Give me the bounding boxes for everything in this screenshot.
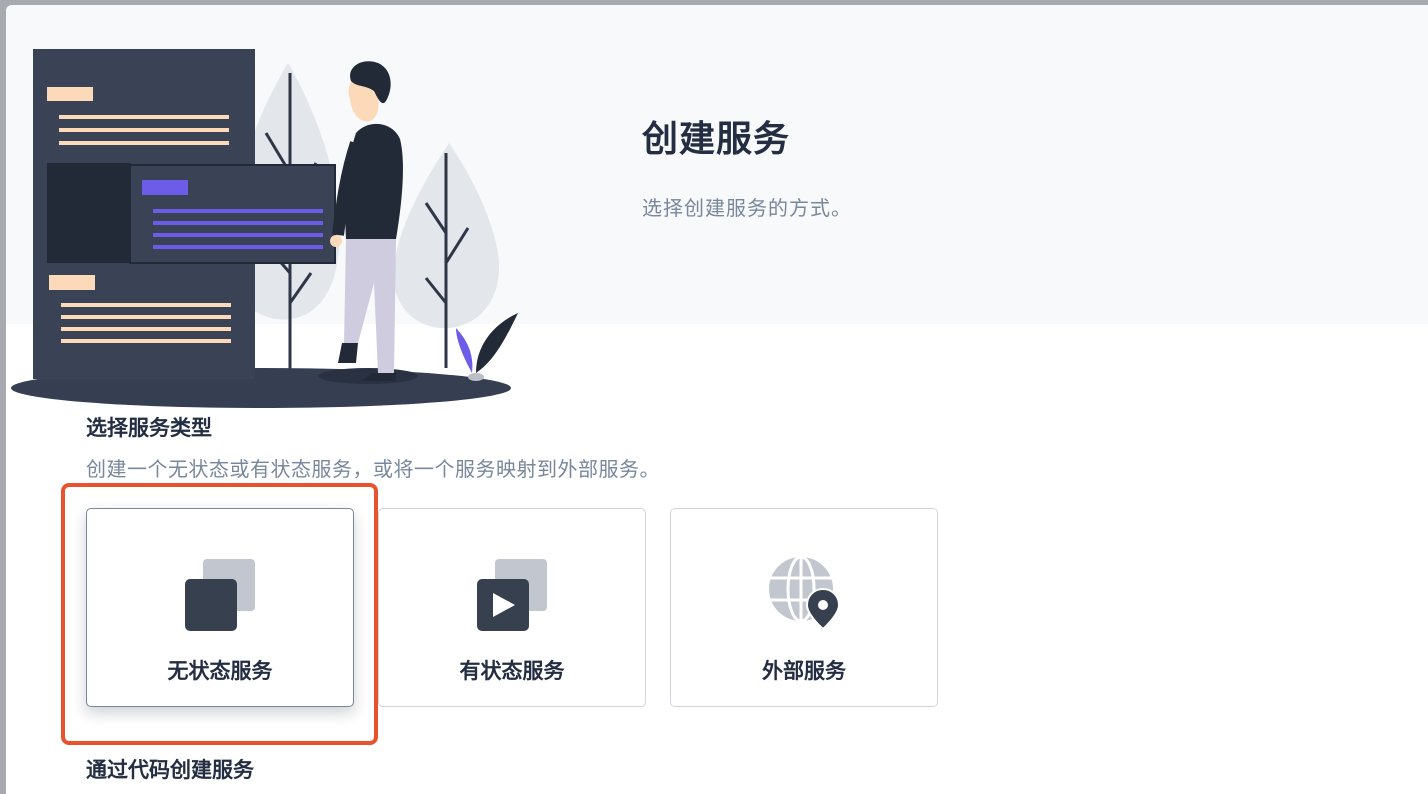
create-service-modal: 创建服务 选择创建服务的方式。 选择服务类型 创建一个无状态或有状态服务，或将一… [6,5,1428,794]
external-service-label: 外部服务 [762,659,846,683]
stateful-service-card[interactable]: 有状态服务 [378,508,646,707]
modal-description: 选择创建服务的方式。 [642,196,852,220]
service-type-title: 选择服务类型 [86,416,212,440]
stateless-service-icon [185,559,255,631]
create-by-code-title: 通过代码创建服务 [86,758,254,782]
external-service-card[interactable]: 外部服务 [670,508,938,707]
stateless-service-card[interactable]: 无状态服务 [86,508,354,707]
modal-title: 创建服务 [642,119,791,160]
external-service-icon [769,555,841,631]
service-type-description: 创建一个无状态或有状态服务，或将一个服务映射到外部服务。 [86,457,660,481]
stateful-service-label: 有状态服务 [459,659,565,683]
hero-illustration [11,49,518,408]
stateless-service-label: 无状态服务 [167,659,273,683]
stateful-service-icon [477,559,547,631]
